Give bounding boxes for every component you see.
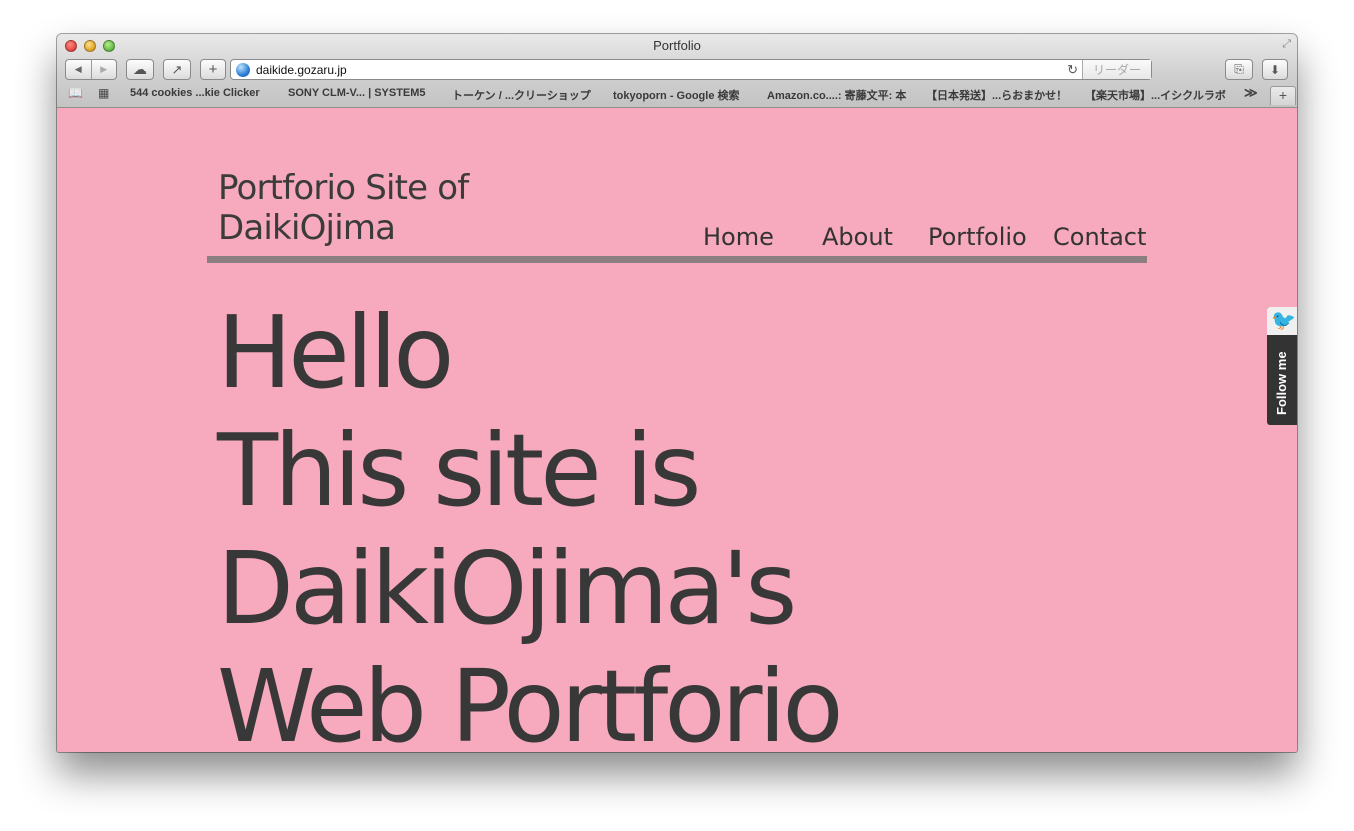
bookmark-item[interactable]: tokyoporn - Google 検索 [613,87,740,103]
forward-button[interactable]: ▶ [90,60,117,79]
hero-line: DaikiOjima's [217,530,797,647]
site-nav: Home About Portfolio Contact [57,223,1297,253]
hero-heading: Hello This site is DaikiOjima's Web Port… [217,294,1217,752]
nav-portfolio-link[interactable]: Portfolio [928,223,1027,251]
reader-button[interactable]: リーダー [1081,60,1151,79]
grid-icon[interactable]: ▦ [98,86,109,100]
back-button[interactable]: ◀ [66,60,91,79]
share-icon: ↗ [171,61,183,77]
share-button[interactable]: ↗ [163,59,191,80]
nav-about-link[interactable]: About [822,223,893,251]
bookmark-item[interactable]: 【楽天市場】...イシクルラボ [1085,87,1226,103]
bookmark-item[interactable]: 【日本発送】...らおまかせ！ [926,87,1067,103]
browser-chrome: Portfolio ⤢ ◀ ▶ ☁ ↗ + daikide.gozaru.jp … [57,34,1297,108]
book-icon[interactable]: 📖 [68,86,83,100]
window-title: Portfolio [653,38,701,53]
reader-label: リーダー [1092,63,1141,77]
cloud-icon: ☁ [133,61,147,77]
download-icon: ⬇ [1269,62,1281,77]
back-forward-buttons: ◀ ▶ [65,59,117,80]
follow-me-label: Follow me [1274,351,1289,415]
twitter-bird-icon: 🐦 [1271,310,1296,332]
add-bookmark-button[interactable]: + [200,59,226,80]
fullscreen-icon[interactable]: ⤢ [1282,38,1291,51]
follow-tab-icon-area: 🐦 [1267,307,1297,335]
back-icon: ◀ [74,64,82,74]
address-bar[interactable]: daikide.gozaru.jp ↻ リーダー [230,59,1152,80]
bookmark-item[interactable]: トーケン / ...クリーショップ [452,87,591,103]
bookmark-item[interactable]: SONY CLM-V... | SYSTEM5 [288,87,426,99]
reload-icon[interactable]: ↻ [1067,62,1078,78]
bookmark-item[interactable]: 544 cookies ...kie Clicker [130,87,260,99]
nav-contact-link[interactable]: Contact [1053,223,1146,251]
nav-home-link[interactable]: Home [703,223,774,251]
follow-me-tab[interactable]: 🐦 Follow me [1267,307,1297,425]
bookmarks-bar: 📖 ▦ 544 cookies ...kie Clicker SONY CLM-… [57,84,1297,105]
hero-line: Web Portforio [217,648,844,752]
icloud-tabs-button[interactable]: ☁ [126,59,154,80]
plus-icon: + [208,61,218,78]
downloads-button[interactable]: ⬇ [1262,59,1288,80]
header-divider [207,256,1147,263]
browser-window: Portfolio ⤢ ◀ ▶ ☁ ↗ + daikide.gozaru.jp … [57,34,1297,752]
reading-list-button[interactable]: ⎘ [1225,59,1253,80]
url-text[interactable]: daikide.gozaru.jp [256,63,1067,77]
web-page: Portforio Site of DaikiOjima Home About … [57,108,1297,752]
reading-list-icon: ⎘ [1234,62,1244,76]
new-tab-button[interactable]: + [1270,86,1296,105]
globe-icon [236,62,250,77]
more-bookmarks-icon[interactable]: ≫ [1244,85,1258,101]
toolbar: ◀ ▶ ☁ ↗ + daikide.gozaru.jp ↻ リーダー ⎘ ⬇ [57,58,1297,82]
bookmark-item[interactable]: Amazon.co....: 寄藤文平: 本 [767,87,906,103]
hero-line: This site is [217,412,701,529]
hero-line: Hello [217,294,454,411]
forward-icon: ▶ [100,64,108,74]
